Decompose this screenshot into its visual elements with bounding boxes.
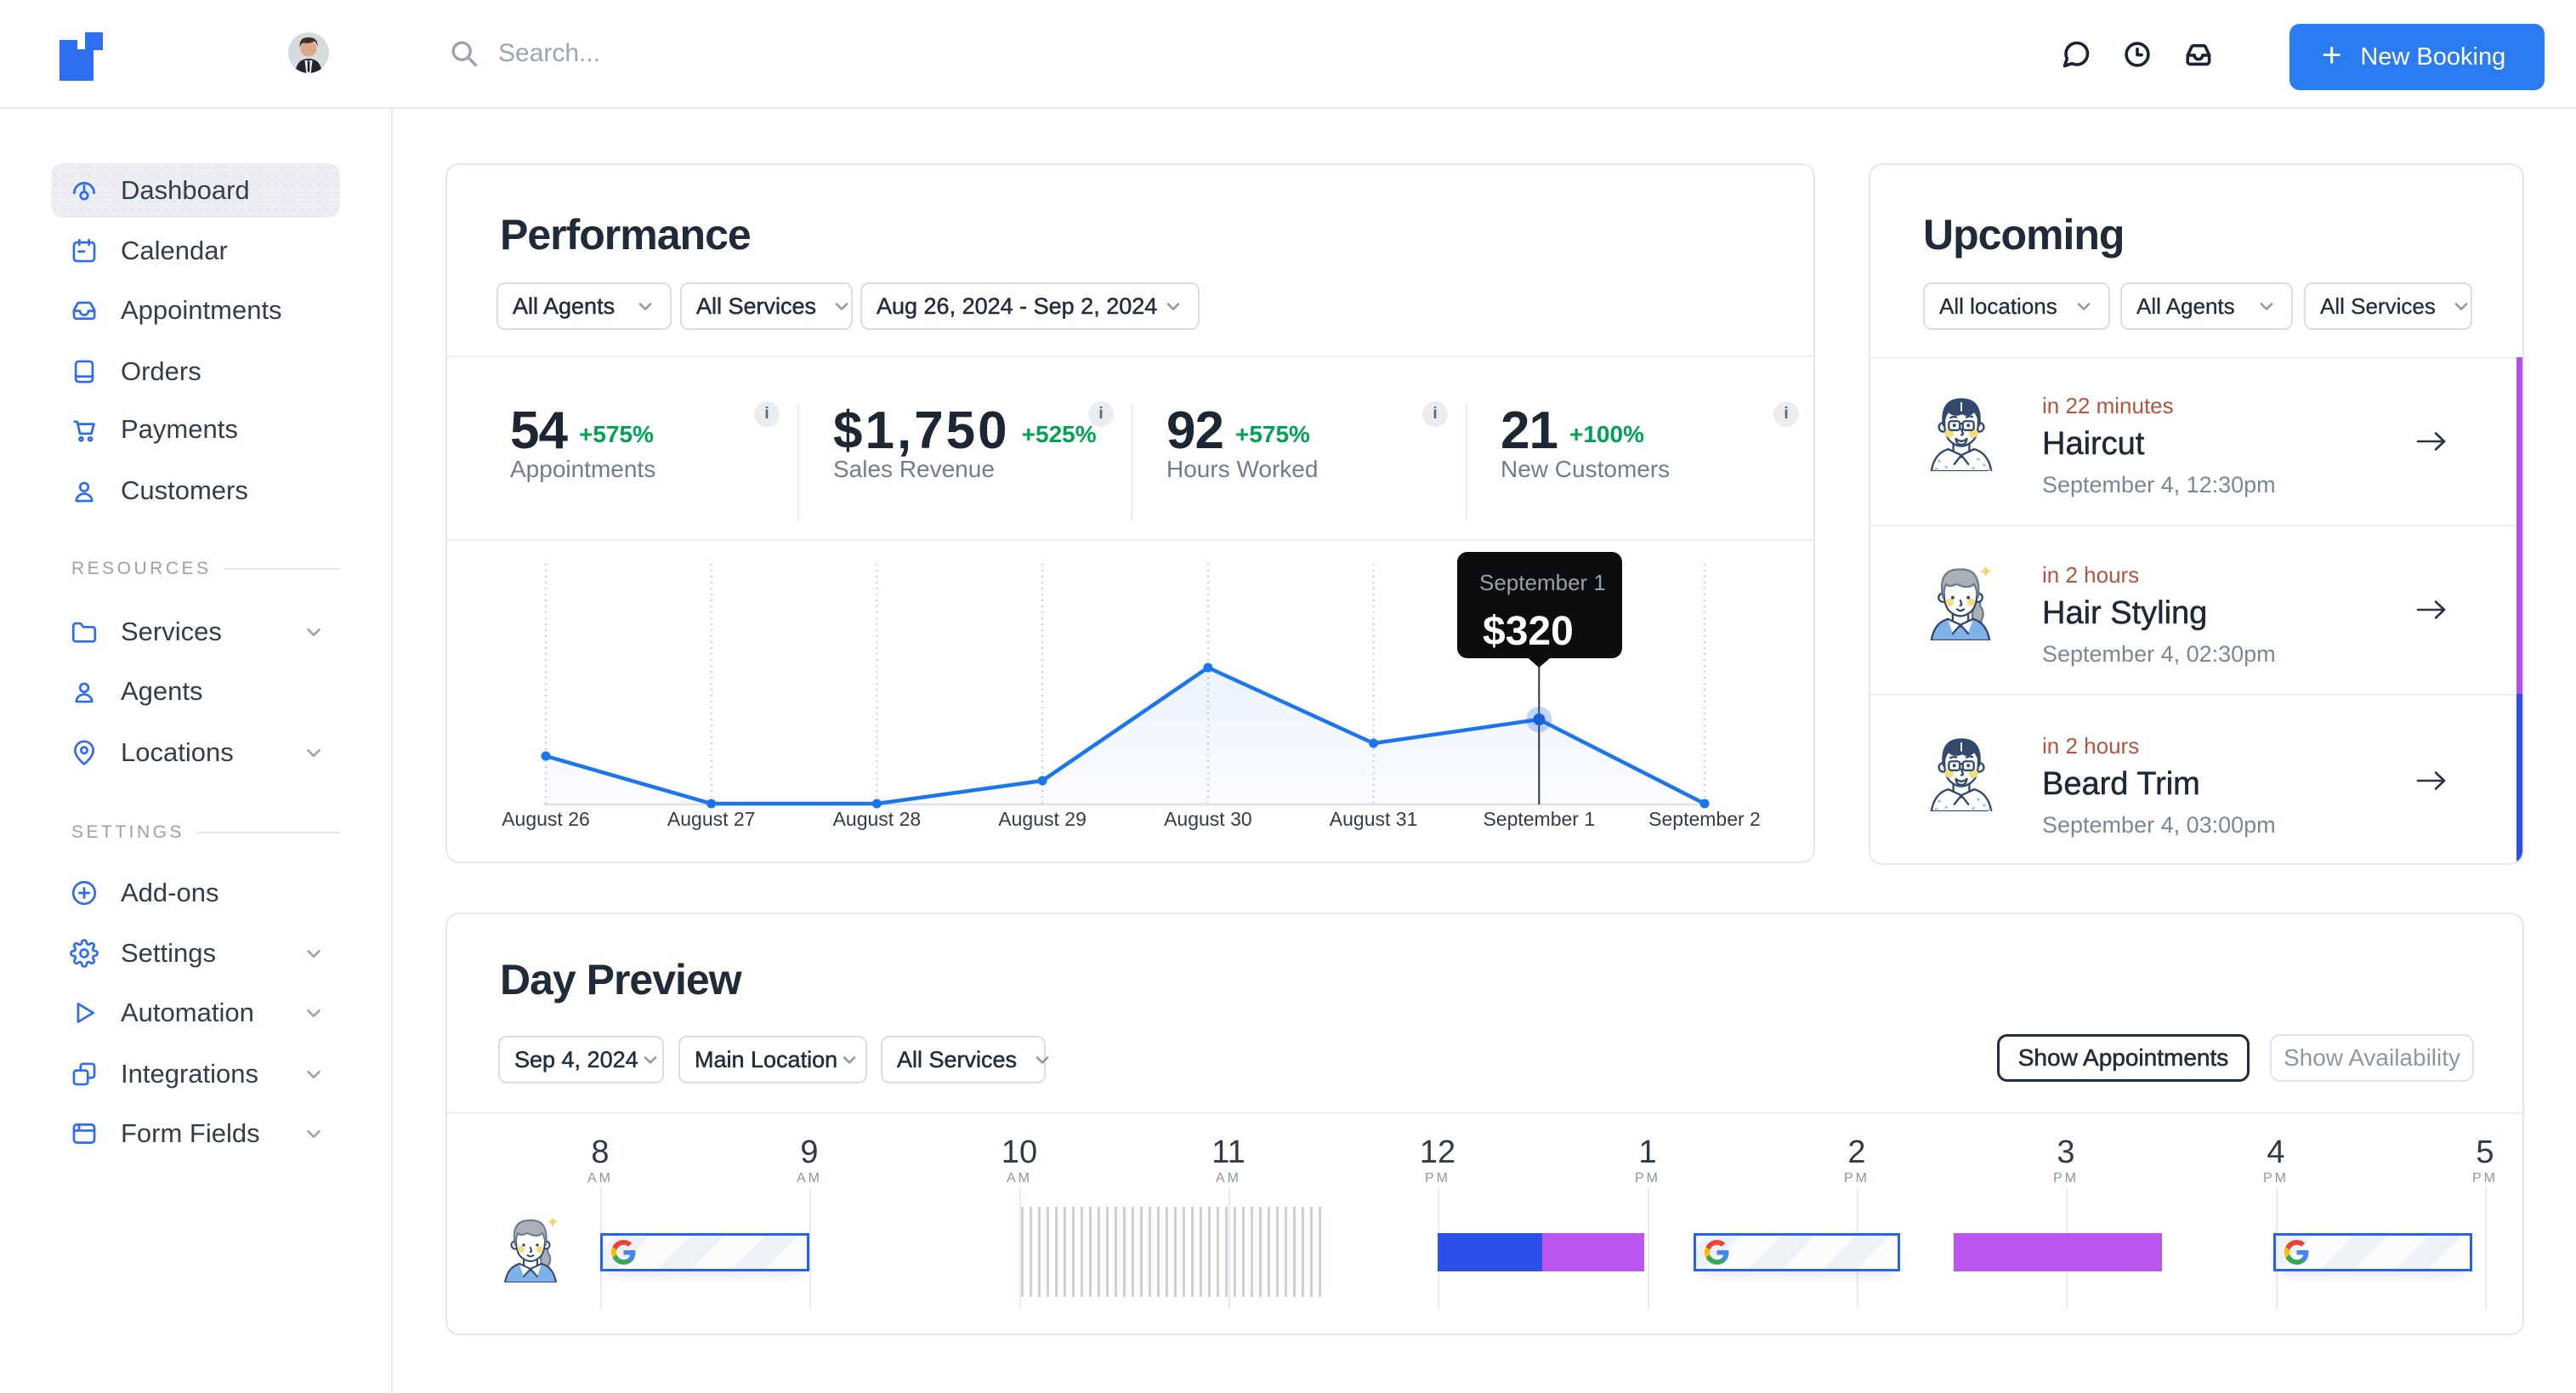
svg-text:August 28: August 28 [833,808,922,830]
svg-text:August 31: August 31 [1330,808,1418,830]
svg-text:August 26: August 26 [502,808,590,830]
svg-text:August 30: August 30 [1164,808,1252,830]
svg-text:August 27: August 27 [667,808,756,830]
svg-text:August 29: August 29 [998,808,1087,830]
svg-text:September 1: September 1 [1479,570,1606,595]
svg-text:September 1: September 1 [1483,808,1595,830]
svg-text:September 2: September 2 [1648,808,1761,830]
svg-text:$320: $320 [1483,609,1574,654]
